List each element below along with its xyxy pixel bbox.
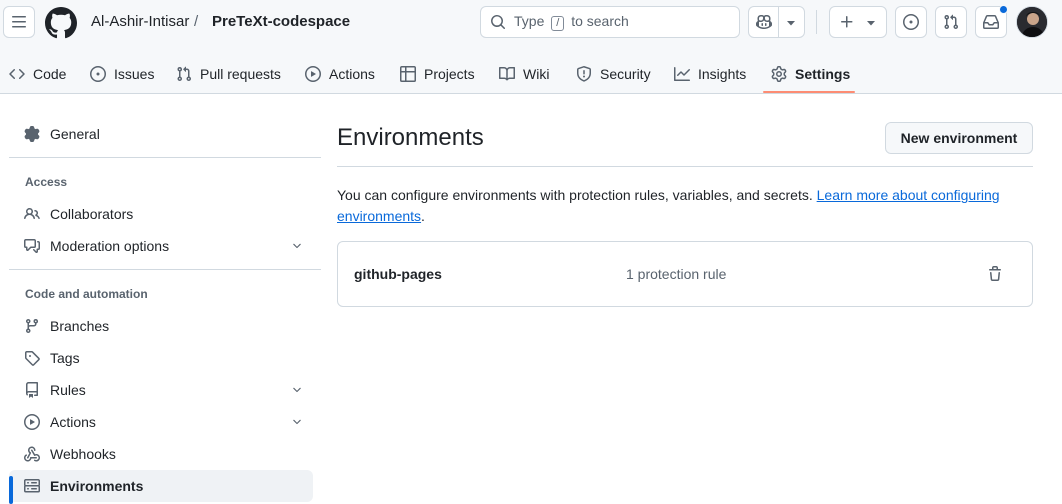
tab-security[interactable]: Security xyxy=(576,54,651,94)
chevron-down-icon xyxy=(293,419,301,425)
selected-tab-indicator xyxy=(763,91,855,93)
play-icon xyxy=(305,66,321,82)
sidebar-group-code-automation: Code and automation xyxy=(25,287,148,301)
search-input[interactable]: Type / to search xyxy=(480,6,740,38)
your-pull-requests-button[interactable] xyxy=(935,6,967,38)
comment-discussion-icon xyxy=(24,239,40,253)
shield-icon xyxy=(577,66,591,82)
protection-rules-count: 1 protection rule xyxy=(626,266,727,282)
active-item-indicator xyxy=(9,476,13,504)
environment-name-link[interactable]: github-pages xyxy=(354,266,442,282)
chevron-down-icon xyxy=(867,21,875,26)
gear-icon xyxy=(24,126,40,142)
server-icon xyxy=(24,479,40,493)
header-divider xyxy=(816,10,817,34)
sidebar-item-collaborators[interactable]: Collaborators xyxy=(9,198,313,230)
tab-code[interactable]: Code xyxy=(9,54,66,94)
new-environment-button[interactable]: New environment xyxy=(885,122,1033,154)
sidebar-item-general[interactable]: General xyxy=(9,118,313,150)
copilot-button[interactable] xyxy=(748,6,805,38)
environment-list: github-pages 1 protection rule xyxy=(337,241,1033,307)
breadcrumb-repo[interactable]: PreTeXt-codespace xyxy=(212,13,350,31)
tab-actions[interactable]: Actions xyxy=(305,54,375,94)
issue-opened-icon xyxy=(90,66,106,82)
tab-projects[interactable]: Projects xyxy=(400,54,475,94)
git-branch-icon xyxy=(25,319,38,334)
tab-settings[interactable]: Settings xyxy=(771,54,850,94)
tag-icon xyxy=(25,351,40,366)
table-icon xyxy=(400,66,416,82)
github-logo-icon[interactable] xyxy=(45,7,77,39)
tab-issues[interactable]: Issues xyxy=(90,54,154,94)
copilot-icon xyxy=(756,14,772,30)
environments-description: You can configure environments with prot… xyxy=(337,187,1000,224)
app-header: Al-Ashir-Intisar / PreTeXt-codespace Typ… xyxy=(0,0,1062,94)
repo-push-icon xyxy=(25,382,38,398)
tab-insights[interactable]: Insights xyxy=(674,54,746,94)
create-new-button[interactable] xyxy=(829,6,887,38)
search-icon xyxy=(491,15,505,29)
tab-wiki[interactable]: Wiki xyxy=(499,54,549,94)
repo-nav: Code Issues Pull requests Actions Projec… xyxy=(0,54,1062,94)
graph-icon xyxy=(674,67,690,81)
menu-icon xyxy=(12,16,26,28)
breadcrumb-owner[interactable]: Al-Ashir-Intisar xyxy=(91,13,189,31)
plus-icon xyxy=(841,16,853,28)
sidebar-divider xyxy=(9,157,321,158)
chevron-down-icon[interactable] xyxy=(785,18,797,28)
sidebar-item-rules[interactable]: Rules xyxy=(9,374,313,406)
book-icon xyxy=(499,66,515,81)
title-divider xyxy=(337,166,1033,167)
code-icon xyxy=(9,68,25,80)
git-pull-request-icon xyxy=(177,66,192,82)
chevron-down-icon xyxy=(293,387,301,393)
sidebar-item-webhooks[interactable]: Webhooks xyxy=(9,438,313,470)
inbox-icon xyxy=(983,14,999,29)
sidebar-item-environments[interactable]: Environments xyxy=(9,470,313,502)
avatar[interactable] xyxy=(1016,6,1048,38)
gear-icon xyxy=(771,66,787,82)
sidebar-item-actions[interactable]: Actions xyxy=(9,406,313,438)
breadcrumb-separator: / xyxy=(194,13,199,30)
trash-icon xyxy=(989,266,1001,281)
sidebar-divider xyxy=(9,269,321,270)
your-issues-button[interactable] xyxy=(895,6,927,38)
sidebar-item-moderation-options[interactable]: Moderation options xyxy=(9,230,313,262)
people-icon xyxy=(24,207,40,220)
unread-indicator xyxy=(999,5,1008,14)
chevron-down-icon xyxy=(293,243,301,249)
play-icon xyxy=(24,414,40,430)
sidebar-group-access: Access xyxy=(25,175,68,189)
search-shortcut-key: / xyxy=(551,16,565,31)
git-pull-request-icon xyxy=(944,14,959,30)
delete-environment-button[interactable] xyxy=(987,266,1003,282)
sidebar-item-tags[interactable]: Tags xyxy=(9,342,313,374)
search-placeholder: Type / to search xyxy=(514,13,629,31)
menu-button[interactable] xyxy=(3,6,35,38)
webhook-icon xyxy=(24,446,40,462)
sidebar-item-branches[interactable]: Branches xyxy=(9,310,313,342)
tab-pull-requests[interactable]: Pull requests xyxy=(176,54,281,94)
page-title: Environments xyxy=(337,124,484,151)
issue-opened-icon xyxy=(903,14,919,30)
